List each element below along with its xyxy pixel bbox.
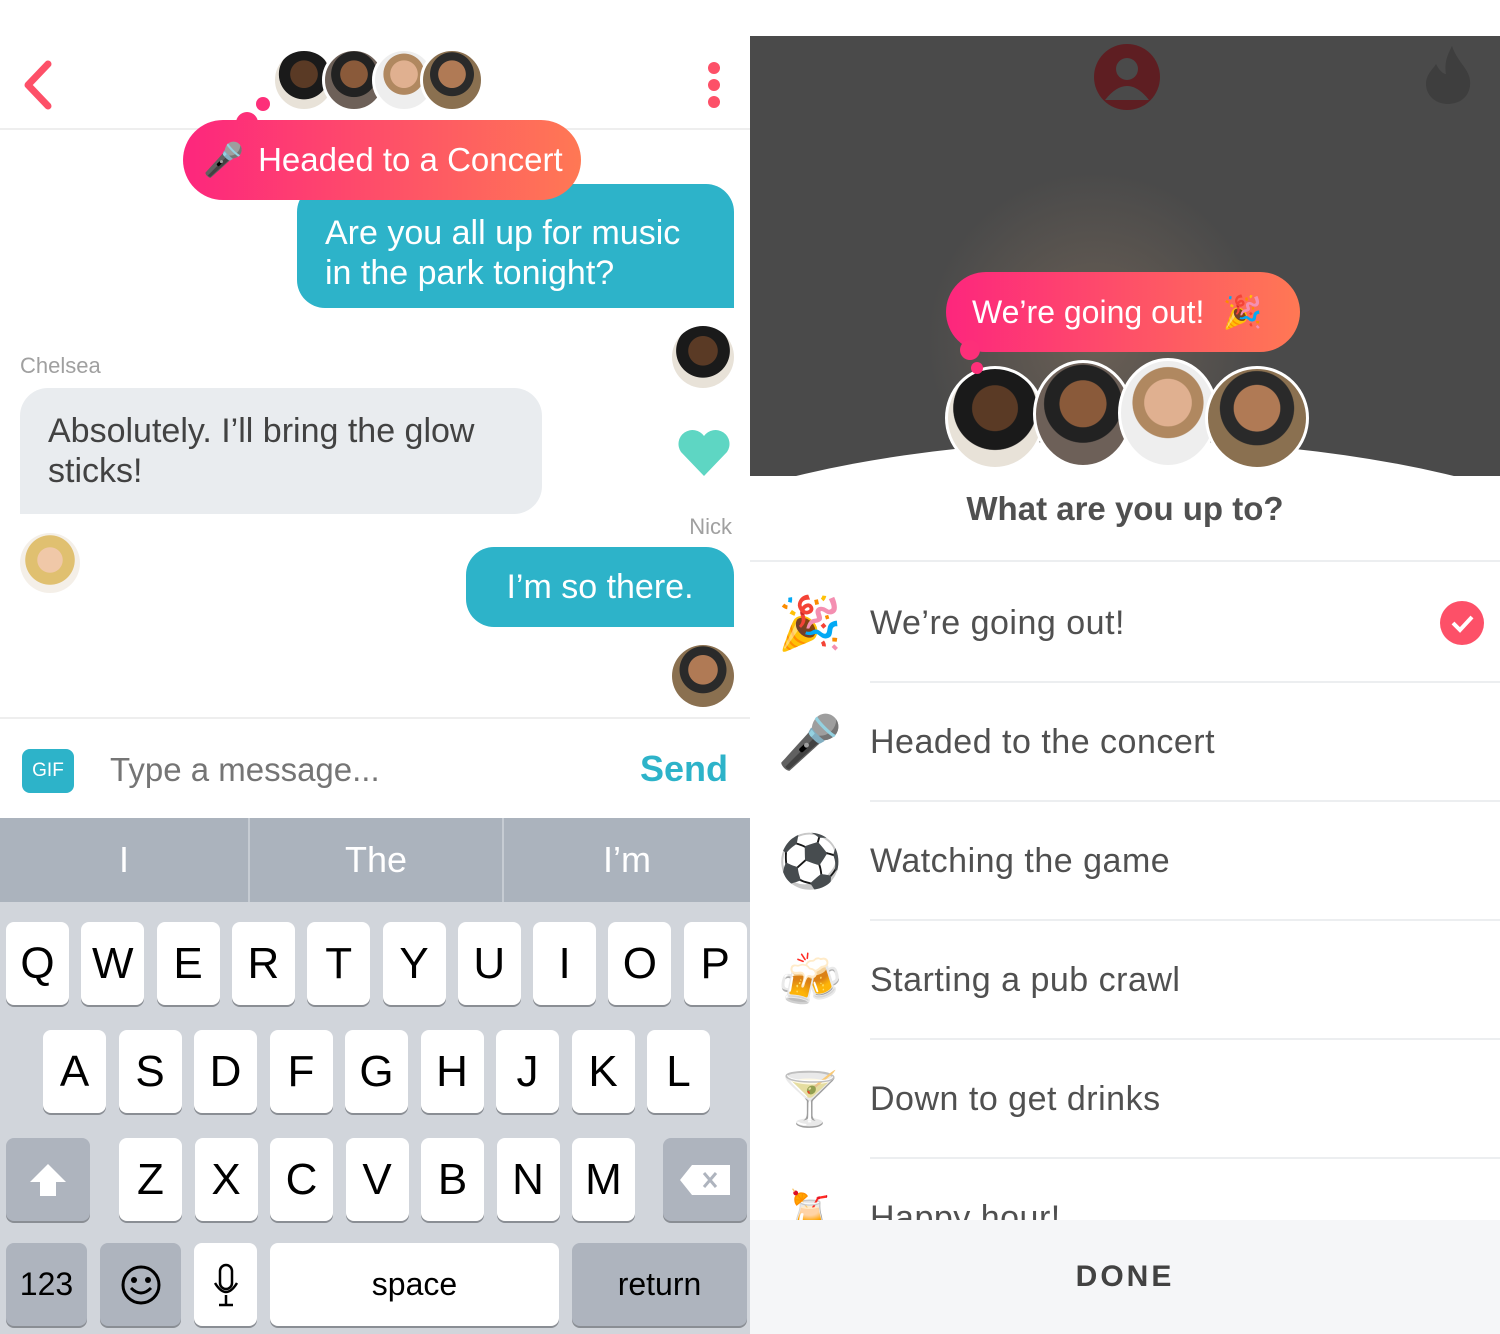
- delete-key[interactable]: [663, 1138, 747, 1221]
- back-icon[interactable]: [20, 60, 54, 110]
- key-z[interactable]: Z: [119, 1138, 182, 1221]
- key-v[interactable]: V: [345, 1138, 409, 1221]
- key-d[interactable]: D: [194, 1030, 257, 1113]
- key-n[interactable]: N: [496, 1138, 560, 1221]
- status-option[interactable]: 🎤 Headed to the concert: [750, 682, 1500, 802]
- key-y[interactable]: Y: [382, 922, 446, 1005]
- done-button[interactable]: DONE: [750, 1220, 1500, 1334]
- microphone-icon: [213, 1263, 238, 1306]
- option-label: We’re going out!: [870, 603, 1125, 642]
- status-option[interactable]: 🎉 We’re going out!: [750, 563, 1500, 683]
- option-emoji-icon: 🎤: [777, 713, 843, 772]
- key-m[interactable]: M: [572, 1138, 635, 1221]
- message-bubble-outgoing: Are you all up for music in the park ton…: [297, 184, 734, 308]
- message-input[interactable]: [110, 745, 610, 795]
- sender-avatar[interactable]: [20, 533, 80, 593]
- suggestion-bar: I The I’m: [0, 818, 750, 902]
- avatar: [945, 366, 1045, 470]
- sender-avatar[interactable]: [672, 326, 734, 388]
- status-label: We’re going out!: [972, 293, 1205, 330]
- divider: [750, 560, 1500, 562]
- option-emoji-icon: 🍸: [777, 1070, 843, 1129]
- chat-screen: 🎤 Headed to a Concert Are you all up for…: [0, 0, 750, 1334]
- key-c[interactable]: C: [270, 1138, 333, 1221]
- message-text: Are you all up for music in the park ton…: [325, 214, 681, 292]
- picker-title: What are you up to?: [966, 490, 1284, 527]
- emoji-icon: [121, 1265, 160, 1304]
- key-p[interactable]: P: [683, 922, 747, 1005]
- space-key[interactable]: space: [270, 1243, 559, 1326]
- avatar: [1118, 358, 1218, 468]
- key-l[interactable]: L: [647, 1030, 710, 1113]
- option-label: Headed to the concert: [870, 722, 1216, 761]
- message-text: Absolutely. I’ll bring the glow sticks!: [48, 412, 475, 490]
- option-emoji-icon: ⚽: [777, 832, 843, 891]
- message-text: I’m so there.: [506, 568, 694, 606]
- thought-dot: [960, 340, 980, 360]
- shift-icon: [30, 1163, 66, 1196]
- sender-name: Chelsea: [20, 353, 101, 378]
- key-j[interactable]: J: [496, 1030, 559, 1113]
- key-o[interactable]: O: [608, 922, 672, 1005]
- return-key[interactable]: return: [572, 1243, 747, 1326]
- gif-button[interactable]: GIF: [22, 749, 74, 793]
- avatar: [420, 48, 484, 112]
- key-t[interactable]: T: [307, 922, 371, 1005]
- key-w[interactable]: W: [81, 922, 145, 1005]
- send-button[interactable]: Send: [640, 748, 728, 790]
- message-bubble-outgoing: I’m so there.: [466, 547, 734, 627]
- status-option[interactable]: 🍻 Starting a pub crawl: [750, 920, 1500, 1040]
- backspace-icon: [680, 1164, 730, 1195]
- message-bubble-incoming: Absolutely. I’ll bring the glow sticks!: [20, 388, 542, 514]
- key-u[interactable]: U: [457, 922, 521, 1005]
- key-i[interactable]: I: [533, 922, 597, 1005]
- party-popper-icon: 🎉: [1222, 294, 1263, 330]
- key-a[interactable]: A: [43, 1030, 106, 1113]
- numbers-key[interactable]: 123: [6, 1243, 87, 1326]
- option-label: Watching the game: [870, 841, 1171, 880]
- key-g[interactable]: G: [345, 1030, 408, 1113]
- thought-dot: [256, 97, 270, 111]
- status-picker-screen: We’re going out! 🎉 What are you up to? 🎉…: [750, 0, 1500, 1334]
- key-q[interactable]: Q: [6, 922, 69, 1005]
- avatar: [1205, 366, 1309, 470]
- microphone-icon: 🎤: [203, 140, 245, 178]
- status-option[interactable]: 🍸 Down to get drinks: [750, 1039, 1500, 1159]
- status-pill[interactable]: 🎤 Headed to a Concert: [183, 120, 581, 200]
- sender-avatar[interactable]: [672, 645, 734, 707]
- option-emoji-icon: 🎉: [777, 594, 843, 653]
- keyboard: I The I’m QWERTYUIOPASDFGHJKLZXCVBNM 123…: [0, 818, 750, 1334]
- shift-key[interactable]: [6, 1138, 90, 1221]
- key-x[interactable]: X: [194, 1138, 258, 1221]
- more-options-icon[interactable]: [703, 60, 725, 110]
- sender-name: Nick: [689, 514, 732, 539]
- status-option[interactable]: ⚽ Watching the game: [750, 801, 1500, 921]
- key-h[interactable]: H: [420, 1030, 484, 1113]
- option-label: Down to get drinks: [870, 1079, 1161, 1118]
- microphone-key[interactable]: [194, 1243, 257, 1326]
- composer-divider: [0, 717, 750, 719]
- flame-icon[interactable]: [1422, 44, 1474, 106]
- status-label: Headed to a Concert: [258, 141, 563, 178]
- key-s[interactable]: S: [118, 1030, 182, 1113]
- status-pill: We’re going out! 🎉: [946, 272, 1300, 352]
- key-b[interactable]: B: [421, 1138, 484, 1221]
- key-f[interactable]: F: [269, 1030, 333, 1113]
- emoji-key[interactable]: [100, 1243, 181, 1326]
- key-k[interactable]: K: [571, 1030, 635, 1113]
- heart-icon[interactable]: [676, 428, 732, 478]
- key-e[interactable]: E: [156, 922, 220, 1005]
- option-emoji-icon: 🍻: [777, 951, 843, 1010]
- key-r[interactable]: R: [231, 922, 295, 1005]
- checkmark-icon: [1440, 601, 1484, 645]
- suggestion[interactable]: I: [0, 818, 250, 902]
- suggestion[interactable]: I’m: [504, 818, 750, 902]
- thought-dot: [971, 362, 983, 374]
- suggestion[interactable]: The: [250, 818, 504, 902]
- profile-icon[interactable]: [1093, 44, 1161, 110]
- option-label: Starting a pub crawl: [870, 960, 1181, 999]
